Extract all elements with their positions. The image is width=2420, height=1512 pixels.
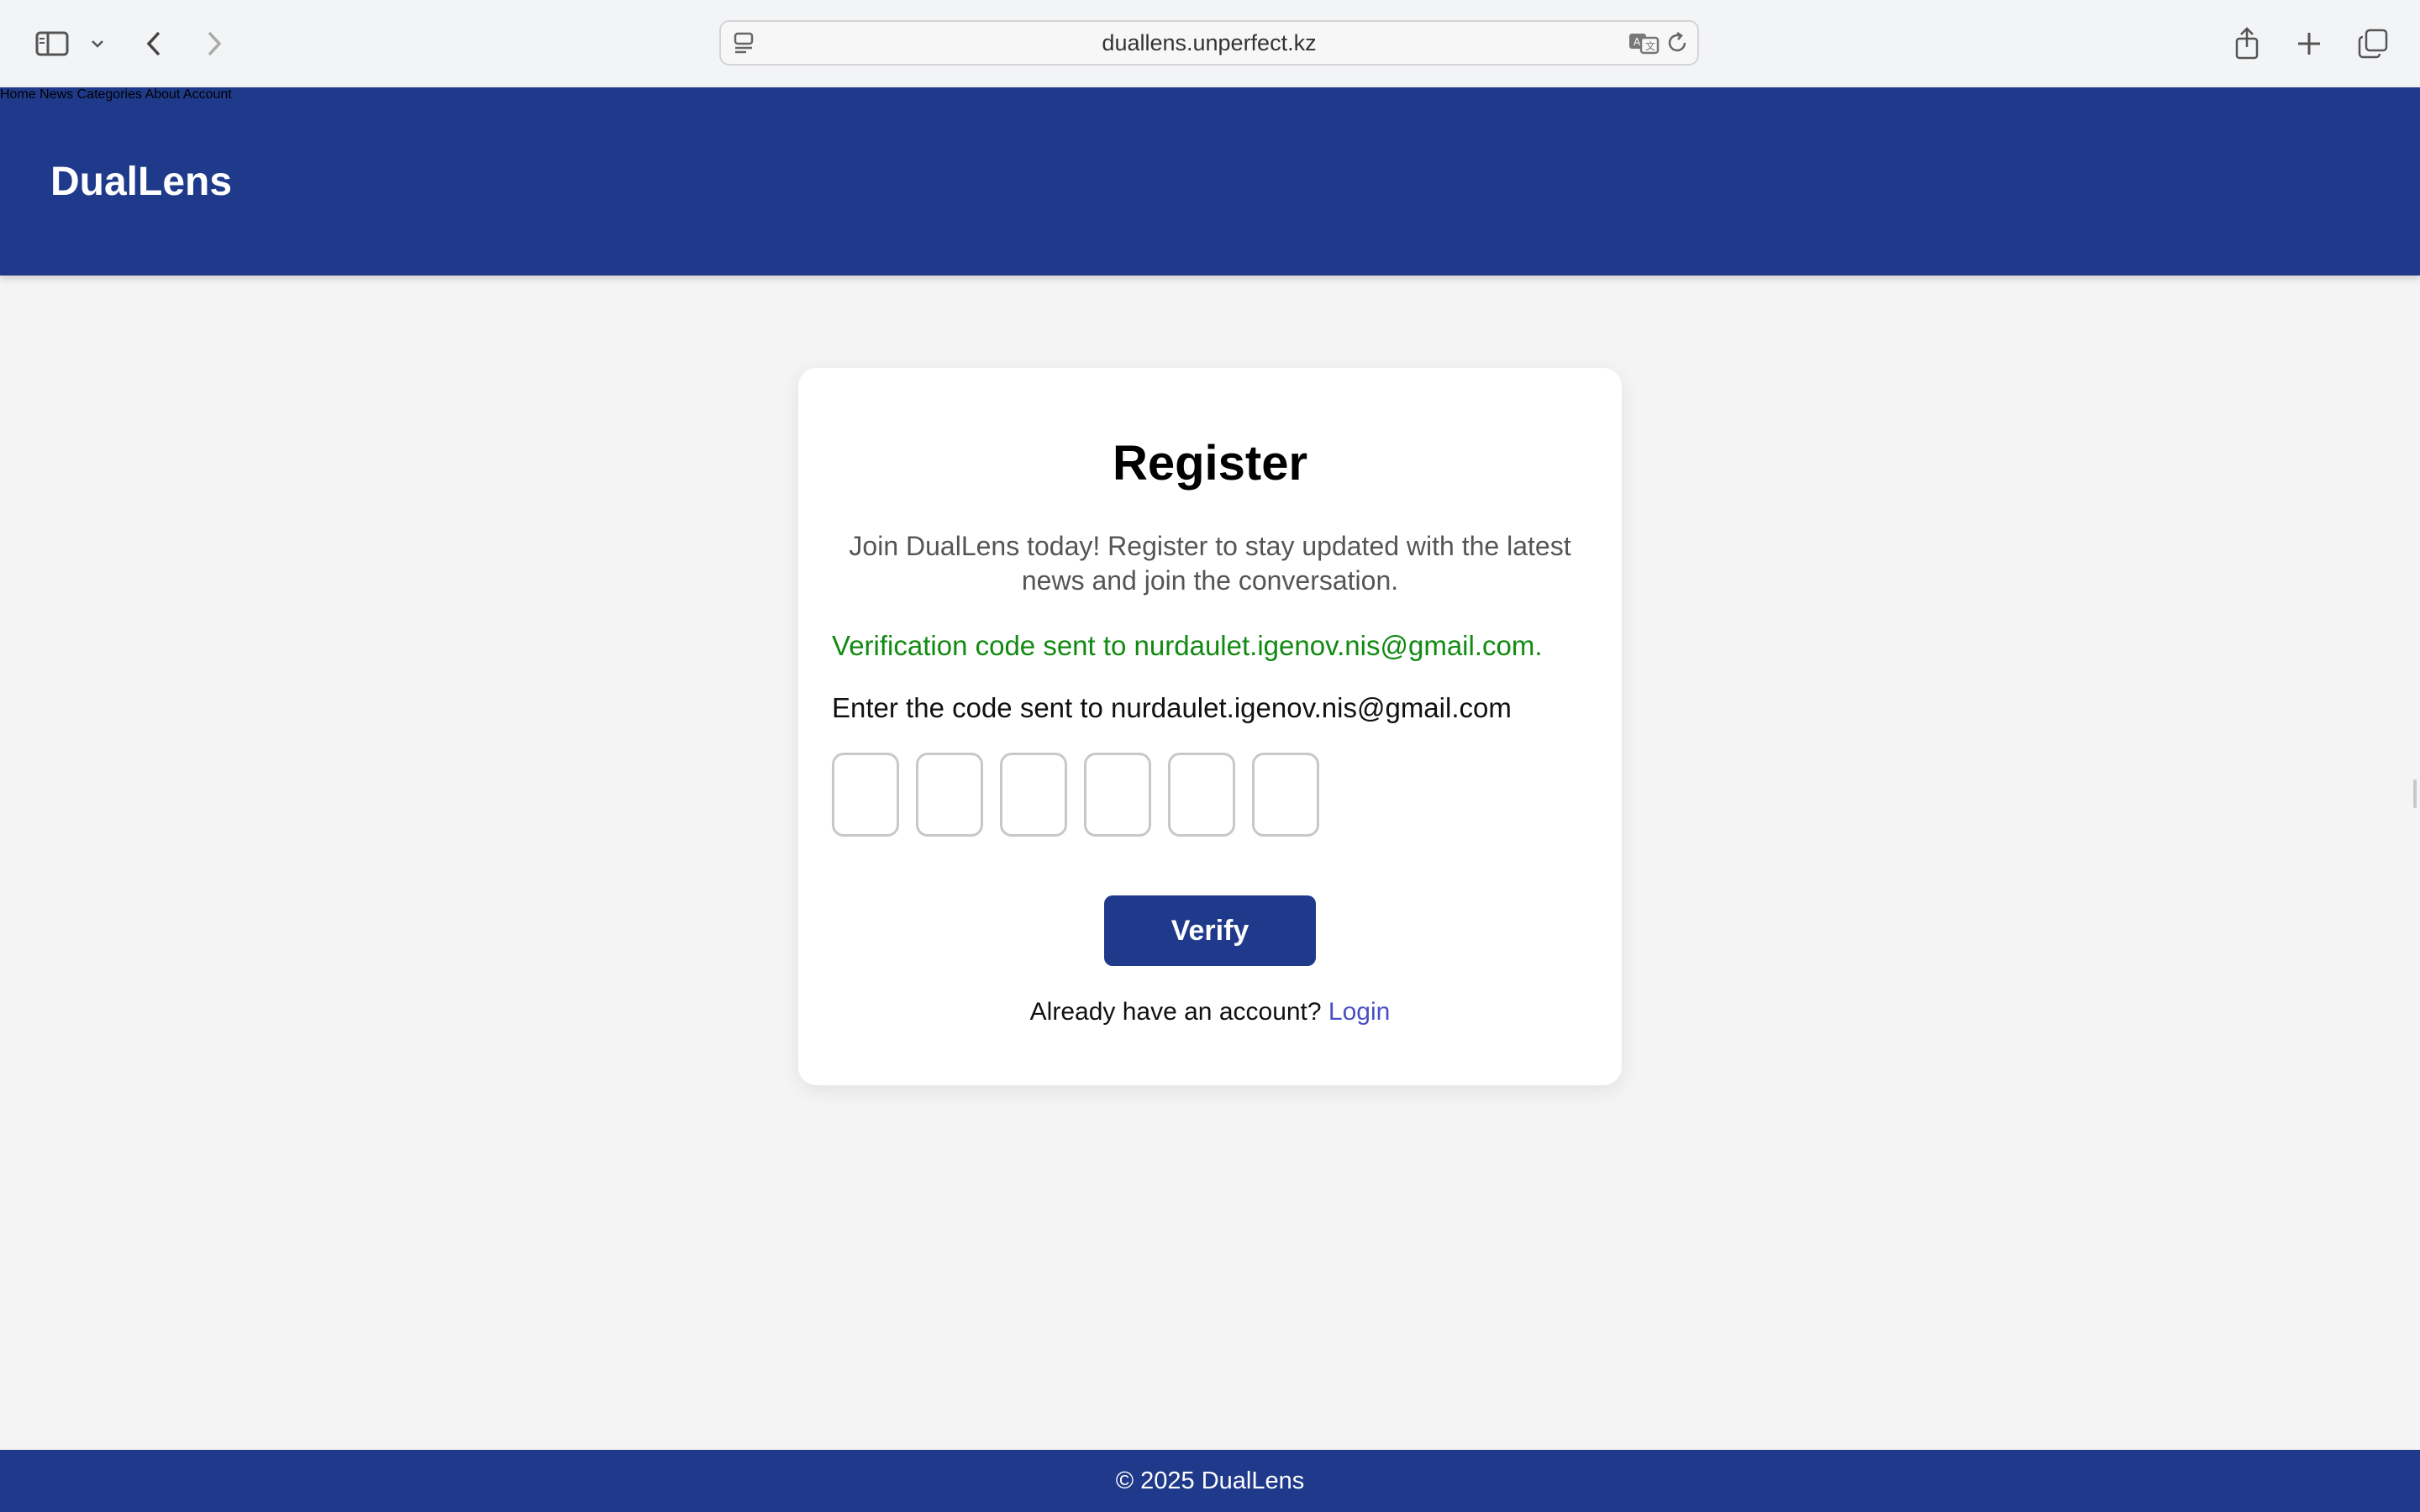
site-logo[interactable]: DualLens [50,87,232,276]
nav-home[interactable]: Home [0,87,36,102]
reload-icon[interactable] [1665,22,1691,64]
page-title: Register [1112,436,1308,491]
main-nav: Home News Categories About Account [0,87,2420,102]
sidebar-icon[interactable] [32,18,72,69]
verification-message: Verification code sent to nurdaulet.igen… [832,630,1543,661]
translate-icon[interactable]: A文 [1627,22,1660,64]
verify-button[interactable]: Verify [1104,895,1316,966]
forward-icon[interactable] [200,18,229,69]
address-bar[interactable]: duallens.unperfect.kz A文 [719,20,1699,66]
code-digit-3[interactable] [1000,753,1067,837]
tabs-overview-icon[interactable] [2356,18,2390,69]
login-prompt-line: Already have an account? Login [0,998,2420,1026]
login-prompt: Already have an account? [1029,998,1322,1026]
browser-toolbar: duallens.unperfect.kz A文 [0,0,2420,88]
back-icon[interactable] [139,18,168,69]
code-label: Enter the code sent to nurdaulet.igenov.… [832,692,1512,723]
code-digit-2[interactable] [916,753,983,837]
code-digit-5[interactable] [1168,753,1235,837]
register-subtitle: Join DualLens today! Register to stay up… [849,531,1571,596]
url-text[interactable]: duallens.unperfect.kz [721,22,1697,64]
chevron-down-icon[interactable] [87,18,108,69]
footer-copyright: © 2025 DualLens [1115,1467,1305,1494]
new-tab-icon[interactable] [2294,18,2324,69]
code-digit-1[interactable] [832,753,899,837]
site-header: DualLens Home News Categories About Acco… [0,87,2420,276]
code-digit-4[interactable] [1084,753,1151,837]
site-footer: © 2025 DualLens [0,1450,2420,1512]
login-link[interactable]: Login [1328,998,1390,1026]
scroll-handle[interactable] [2413,780,2417,808]
code-digit-6[interactable] [1252,753,1319,837]
share-icon[interactable] [2232,18,2262,69]
svg-text:A: A [1634,36,1641,48]
svg-text:文: 文 [1645,39,1655,52]
